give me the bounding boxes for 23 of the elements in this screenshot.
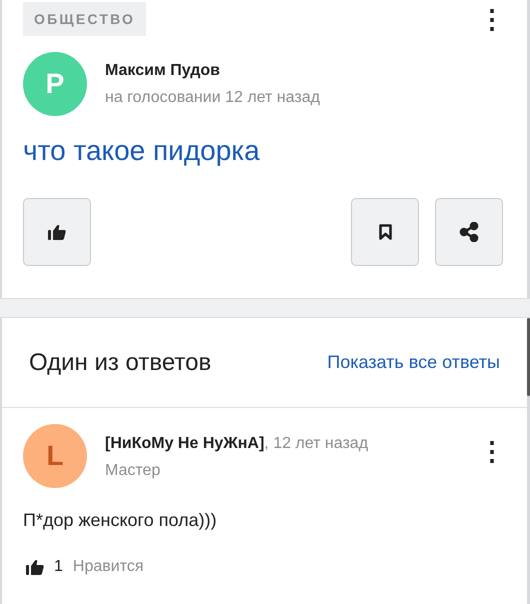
avatar: L <box>23 424 87 488</box>
question-meta: на голосовании 12 лет назад <box>105 88 320 106</box>
author-name[interactable]: [НиКоМу Не НуЖнА] <box>105 435 264 452</box>
like-button[interactable] <box>23 198 91 266</box>
answer-text: П*дор женского пола))) <box>23 510 218 531</box>
bookmark-icon <box>378 224 392 240</box>
like-label: Нравится <box>72 558 144 576</box>
more-menu-icon[interactable]: ⋮ <box>479 438 505 464</box>
thumbs-up-icon <box>48 224 66 240</box>
avatar: P <box>23 52 87 116</box>
more-menu-icon[interactable]: ⋮ <box>479 6 505 32</box>
bookmark-button[interactable] <box>351 198 419 266</box>
share-button[interactable] <box>435 198 503 266</box>
show-all-answers-link[interactable]: Показать все ответы <box>327 352 500 373</box>
thumbs-up-icon[interactable] <box>26 559 44 575</box>
answer-time: , 12 лет назад <box>264 435 368 452</box>
author-rank: Мастер <box>105 462 162 480</box>
scrollbar[interactable] <box>527 318 530 396</box>
like-count: 1 <box>54 558 63 576</box>
share-icon <box>459 222 479 242</box>
author-name[interactable]: Максим Пудов <box>105 62 320 80</box>
question-title: что такое пидорка <box>23 134 261 168</box>
section-heading: Один из ответов <box>29 348 212 376</box>
